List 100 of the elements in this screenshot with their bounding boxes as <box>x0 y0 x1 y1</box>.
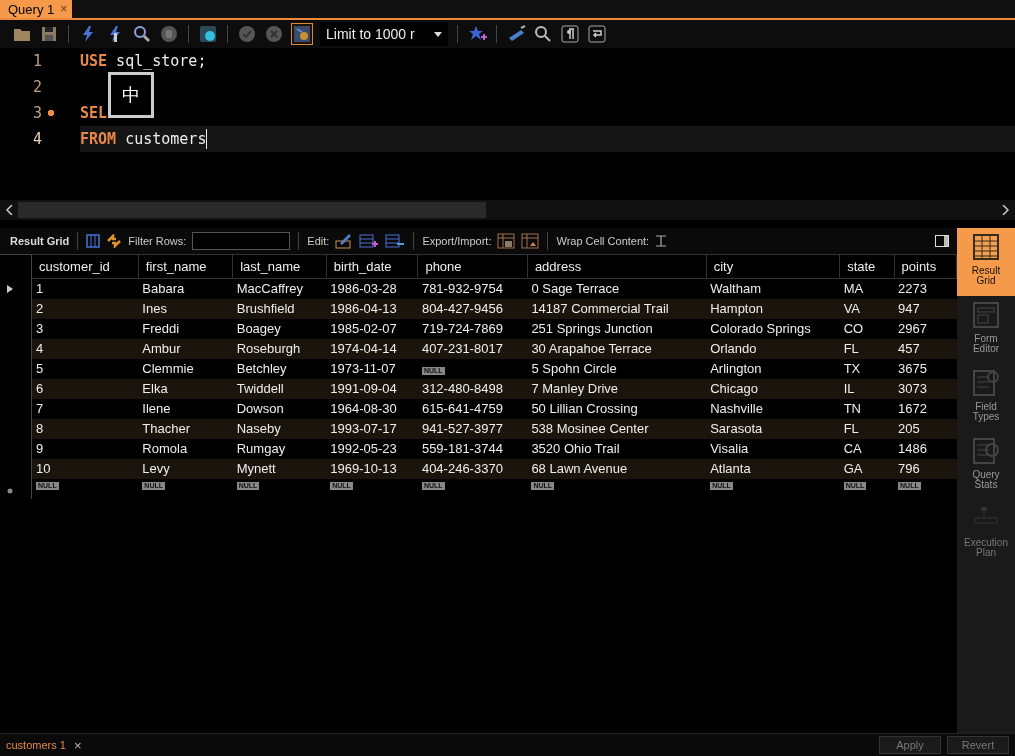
table-cell: 3675 <box>894 359 957 379</box>
grid-icon[interactable] <box>86 234 101 248</box>
table-cell: Hampton <box>706 299 840 319</box>
wrap-text-icon[interactable] <box>655 235 668 247</box>
document-gauge-icon <box>971 436 1001 466</box>
table-cell: 10 <box>31 459 139 479</box>
query-icon[interactable] <box>198 24 218 44</box>
table-cell: 4 <box>31 339 139 359</box>
result-grid-label: Result Grid <box>10 235 70 247</box>
check-icon[interactable] <box>237 24 257 44</box>
table-cell: 5 Spohn Circle <box>527 359 707 379</box>
table-cell: IL <box>839 379 895 399</box>
document-magnifier-icon <box>971 368 1001 398</box>
table-cell: 1974-04-14 <box>326 339 418 359</box>
ime-popup: 中 <box>108 72 154 118</box>
side-panel-item[interactable]: Result Grid <box>957 228 1015 296</box>
table-cell: TN <box>839 399 895 419</box>
result-tab[interactable]: customers 1 × <box>0 735 88 755</box>
table-cell: Babara <box>138 278 233 299</box>
cross-icon[interactable] <box>264 24 284 44</box>
action-button[interactable]: Apply <box>879 736 941 754</box>
import-icon[interactable] <box>521 233 540 249</box>
column-header[interactable]: points <box>894 254 957 279</box>
table-cell: Roseburgh <box>232 339 327 359</box>
table-cell: 2967 <box>894 319 957 339</box>
table-cell: 1964-08-30 <box>326 399 418 419</box>
toggle-icon <box>293 25 311 43</box>
table-cell: 615-641-4759 <box>417 399 528 419</box>
side-panel-item[interactable]: Query Stats <box>957 432 1015 500</box>
table-cell: Chicago <box>706 379 840 399</box>
magnifier-icon[interactable] <box>132 24 152 44</box>
table-cell: Ines <box>138 299 233 319</box>
side-panel-item[interactable]: Field Types <box>957 364 1015 432</box>
action-button[interactable]: Revert <box>947 736 1009 754</box>
table-cell: Naseby <box>232 419 327 439</box>
limit-select[interactable]: Limit to 1000 r <box>320 22 448 46</box>
table-cell: 6 <box>31 379 139 399</box>
table-cell: 1486 <box>894 439 957 459</box>
table-cell: Ilene <box>138 399 233 419</box>
table-cell: 1993-07-17 <box>326 419 418 439</box>
export-icon[interactable] <box>497 233 516 249</box>
filter-field[interactable] <box>192 232 291 250</box>
table-cell: 7 <box>31 399 139 419</box>
table-cell: Boagey <box>232 319 327 339</box>
column-header[interactable]: last_name <box>232 254 327 279</box>
table-cell: 0 Sage Terrace <box>527 278 707 299</box>
scroll-left-icon[interactable] <box>6 205 14 215</box>
query-tab[interactable]: Query 1 × <box>0 0 73 18</box>
table-cell: Dowson <box>232 399 327 419</box>
table-cell: Arlington <box>706 359 840 379</box>
autocommit-toggle[interactable] <box>291 23 313 45</box>
save-icon[interactable] <box>39 24 59 44</box>
panel-toggle-icon[interactable] <box>935 235 949 247</box>
table-cell: 538 Mosinee Center <box>527 419 707 439</box>
delete-row-icon[interactable] <box>385 234 406 248</box>
table-cell: Romola <box>138 439 233 459</box>
wrap-label: Wrap Cell Content: <box>556 235 650 247</box>
column-header[interactable]: birth_date <box>326 254 418 279</box>
wrap-icon[interactable] <box>587 24 607 44</box>
column-header[interactable]: phone <box>417 254 528 279</box>
table-cell: 205 <box>894 419 957 439</box>
table-cell: Brushfield <box>232 299 327 319</box>
table-cell: 68 Lawn Avenue <box>527 459 707 479</box>
table-cell: 9 <box>31 439 139 459</box>
scrollbar-thumb[interactable] <box>18 202 486 218</box>
table-cell: 8 <box>31 419 139 439</box>
scroll-right-icon[interactable] <box>1001 205 1009 215</box>
table-cell: Levy <box>138 459 233 479</box>
find-icon[interactable] <box>533 24 553 44</box>
table-cell: 1973-11-07 <box>326 359 418 379</box>
table-cell: 1985-02-07 <box>326 319 418 339</box>
side-panel-item[interactable]: Form Editor <box>957 296 1015 364</box>
table-cell: 14187 Commercial Trail <box>527 299 707 319</box>
table-cell: Elka <box>138 379 233 399</box>
add-row-icon[interactable] <box>359 234 380 248</box>
table-icon <box>971 232 1001 262</box>
filter-label: Filter Rows: <box>128 235 187 247</box>
pilcrow-icon[interactable] <box>560 24 580 44</box>
edit-pencil-icon[interactable] <box>335 233 354 249</box>
table-cell: 1986-04-13 <box>326 299 418 319</box>
table-cell: CA <box>839 439 895 459</box>
table-cell: 251 Springs Junction <box>527 319 707 339</box>
column-header[interactable]: first_name <box>138 254 233 279</box>
refresh-icon[interactable] <box>106 234 123 248</box>
table-cell: 804-427-9456 <box>417 299 528 319</box>
line-number: 4 <box>31 130 43 148</box>
column-header[interactable]: customer_id <box>31 254 139 279</box>
table-cell: Thacher <box>138 419 233 439</box>
table-cell: 407-231-8017 <box>417 339 528 359</box>
table-cell: Ambur <box>138 339 233 359</box>
table-cell: 404-246-3370 <box>417 459 528 479</box>
column-header[interactable]: city <box>706 254 840 279</box>
column-header[interactable]: address <box>527 254 707 279</box>
edit-label: Edit: <box>307 235 330 247</box>
table-cell: MA <box>839 278 895 299</box>
table-cell: 30 Arapahoe Terrace <box>527 339 707 359</box>
column-header[interactable]: state <box>839 254 895 279</box>
table-cell: 1991-09-04 <box>326 379 418 399</box>
table-cell: 3 <box>31 319 139 339</box>
table-cell: FL <box>839 339 895 359</box>
